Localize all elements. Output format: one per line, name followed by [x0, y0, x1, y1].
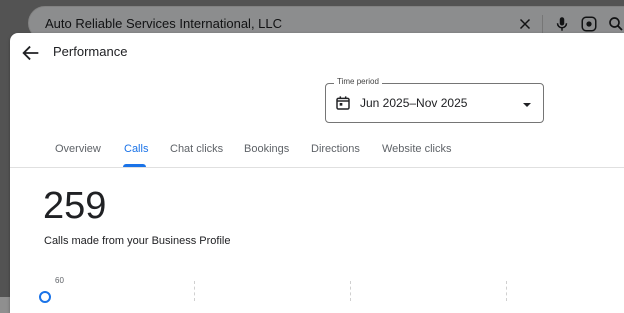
dropdown-arrow-icon: [521, 98, 533, 110]
arrow-back-icon[interactable]: [20, 42, 42, 64]
calls-count: 259: [43, 185, 107, 227]
tab-overview[interactable]: Overview: [55, 143, 101, 155]
tab-bookings[interactable]: Bookings: [244, 143, 289, 155]
page-title: Performance: [53, 44, 128, 59]
tab-directions[interactable]: Directions: [311, 143, 360, 155]
calendar-icon: [335, 95, 351, 111]
y-axis-tick: 60: [55, 276, 64, 285]
performance-dialog: Performance Time period Jun 2025–Nov 202…: [10, 33, 624, 313]
chart-data-point[interactable]: [39, 291, 51, 303]
metric-tabs: Overview Calls Chat clicks Bookings Dire…: [10, 135, 624, 168]
calls-caption: Calls made from your Business Profile: [44, 235, 231, 247]
active-tab-indicator: [123, 164, 146, 167]
chart-gridline: [506, 281, 507, 301]
tab-calls[interactable]: Calls: [124, 143, 148, 155]
chart-gridline: [194, 281, 195, 301]
time-period-value: Jun 2025–Nov 2025: [360, 96, 468, 110]
chart-gridline: [350, 281, 351, 301]
tab-website-clicks[interactable]: Website clicks: [382, 143, 451, 155]
time-period-label: Time period: [334, 77, 382, 86]
time-period-select[interactable]: Time period Jun 2025–Nov 2025: [325, 77, 544, 123]
tab-chat-clicks[interactable]: Chat clicks: [170, 143, 223, 155]
